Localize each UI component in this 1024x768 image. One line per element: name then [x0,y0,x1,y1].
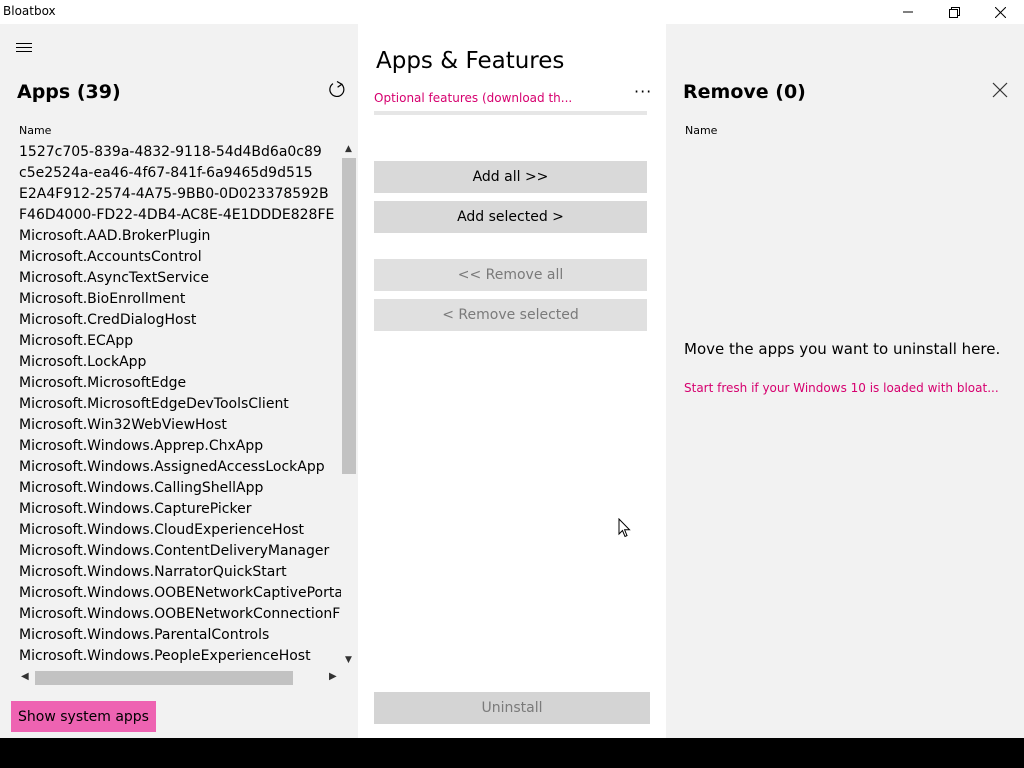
uninstall-button[interactable]: Uninstall [374,692,650,724]
apps-title: Apps (39) [17,81,121,103]
app-list-item[interactable]: Microsoft.Windows.CloudExperienceHost [19,520,341,541]
scroll-left-icon[interactable]: ◀ [21,671,29,682]
apps-pane: Apps (39) Name 1527c705-839a-4832-9118-5… [0,24,358,738]
close-pane-icon[interactable] [992,82,1008,98]
start-fresh-link[interactable]: Start fresh if your Windows 10 is loaded… [684,381,999,395]
optional-features-link[interactable]: Optional features (download th... [374,91,572,105]
window-title: Bloatbox [3,4,56,18]
remove-selected-button[interactable]: < Remove selected [374,299,647,331]
apps-list[interactable]: 1527c705-839a-4832-9118-54d4Bd6a0c89 c5e2… [19,142,341,665]
vertical-scroll-thumb[interactable] [342,158,356,474]
restore-button[interactable] [931,0,977,24]
close-window-button[interactable] [977,0,1023,24]
app-list-item[interactable]: E2A4F912-2574-4A75-9BB0-0D023378592B [19,184,341,205]
apps-features-title: Apps & Features [376,48,565,74]
empty-remove-message: Move the apps you want to uninstall here… [684,340,1001,358]
app-list-item[interactable]: Microsoft.Windows.Apprep.ChxApp [19,436,341,457]
app-list-item[interactable]: 1527c705-839a-4832-9118-54d4Bd6a0c89 [19,142,341,163]
app-list-item[interactable]: F46D4000-FD22-4DB4-AC8E-4E1DDDE828FE [19,205,341,226]
title-bar: Bloatbox [0,0,1024,24]
optional-features-bar [374,111,647,115]
remove-title: Remove (0) [683,81,806,103]
app-list-item[interactable]: Microsoft.ECApp [19,331,341,352]
app-list-item[interactable]: Microsoft.Windows.OOBENetworkCaptivePort… [19,583,341,604]
remove-column-header-name[interactable]: Name [685,124,717,137]
app-list-item[interactable]: Microsoft.Windows.CapturePicker [19,499,341,520]
minimize-icon [903,11,913,13]
app-list-item[interactable]: c5e2524a-ea46-4f67-841f-6a9465d9d515 [19,163,341,184]
add-selected-button[interactable]: Add selected > [374,201,647,233]
remove-all-button[interactable]: << Remove all [374,259,647,291]
app-list-item[interactable]: Microsoft.Windows.ContentDeliveryManager [19,541,341,562]
app-list-item[interactable]: Microsoft.Windows.ParentalControls [19,625,341,646]
app-list-item[interactable]: Microsoft.Windows.AssignedAccessLockApp [19,457,341,478]
apps-vertical-scrollbar[interactable]: ▲ ▼ [341,142,357,669]
app-list-item[interactable]: Microsoft.Windows.NarratorQuickStart [19,562,341,583]
scroll-down-icon[interactable]: ▼ [345,655,352,665]
app-list-item[interactable]: Microsoft.AAD.BrokerPlugin [19,226,341,247]
actions-pane: Apps & Features Optional features (downl… [358,24,666,738]
add-all-button[interactable]: Add all >> [374,161,647,193]
apps-horizontal-scrollbar[interactable]: ◀ ▶ [19,670,341,686]
scroll-right-icon[interactable]: ▶ [329,671,337,682]
remove-pane: Remove (0) Name Move the apps you want t… [666,24,1024,738]
app-list-item[interactable]: Microsoft.LockApp [19,352,341,373]
app-list-item[interactable]: Microsoft.AsyncTextService [19,268,341,289]
apps-column-header-name[interactable]: Name [19,124,51,137]
close-icon [994,6,1006,18]
app-list-item[interactable]: Microsoft.AccountsControl [19,247,341,268]
app-list-item[interactable]: Microsoft.BioEnrollment [19,289,341,310]
refresh-icon[interactable] [327,80,347,100]
app-list-item[interactable]: Microsoft.Windows.OOBENetworkConnectionF [19,604,341,625]
app-window: Bloatbox Apps (39) Name 1527c705-839a-48… [0,0,1024,738]
restore-icon [948,6,960,18]
mouse-cursor-icon [618,518,631,538]
app-list-item[interactable]: Microsoft.Windows.PeopleExperienceHost [19,646,341,665]
hamburger-menu-icon[interactable] [16,43,32,55]
minimize-button[interactable] [885,0,931,24]
app-list-item[interactable]: Microsoft.MicrosoftEdgeDevToolsClient [19,394,341,415]
scroll-up-icon[interactable]: ▲ [345,144,352,154]
app-list-item[interactable]: Microsoft.Windows.CallingShellApp [19,478,341,499]
app-list-item[interactable]: Microsoft.Win32WebViewHost [19,415,341,436]
app-list-item[interactable]: Microsoft.MicrosoftEdge [19,373,341,394]
show-system-apps-button[interactable]: Show system apps [11,701,156,732]
horizontal-scroll-thumb[interactable] [35,671,293,685]
more-options-icon[interactable]: ··· [634,82,652,101]
app-list-item[interactable]: Microsoft.CredDialogHost [19,310,341,331]
